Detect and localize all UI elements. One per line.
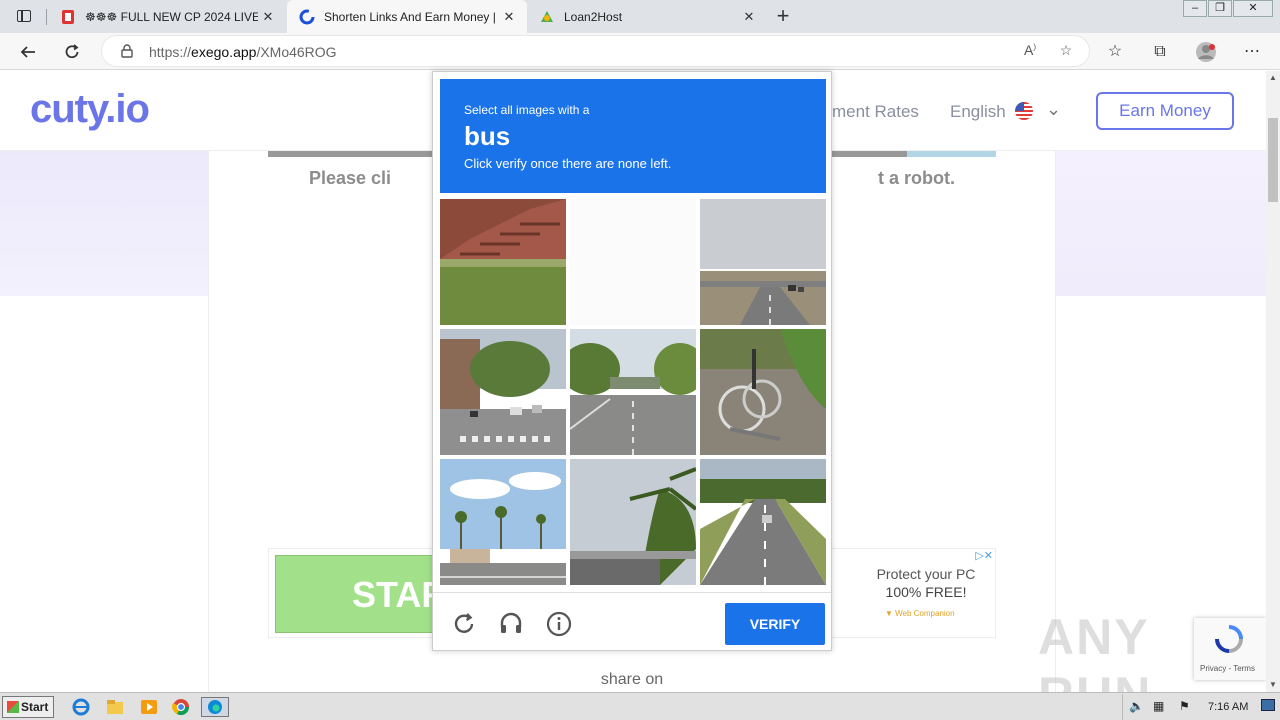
- earn-money-button[interactable]: Earn Money: [1096, 92, 1234, 130]
- page-scrollbar[interactable]: ▲ ▼: [1266, 71, 1280, 692]
- edge-taskbar-button[interactable]: [201, 697, 229, 717]
- reload-icon[interactable]: [451, 611, 477, 637]
- ad-text[interactable]: Protect your PC 100% FREE!: [869, 565, 983, 601]
- tab-title: ☸☸☸ FULL NEW CP 2024 LIVES: [85, 9, 258, 24]
- challenge-header: Select all images with a bus Click verif…: [440, 79, 826, 193]
- lock-icon[interactable]: [120, 44, 134, 58]
- nav-payment-rates[interactable]: ment Rates: [832, 102, 919, 122]
- show-desktop-icon[interactable]: [1261, 699, 1275, 711]
- captcha-tile-highway-car[interactable]: [700, 459, 826, 585]
- tab-cp2024[interactable]: ☸☸☸ FULL NEW CP 2024 LIVES ✕: [48, 0, 286, 33]
- edge-icon: [208, 700, 222, 714]
- back-icon[interactable]: [14, 38, 42, 66]
- explorer-icon[interactable]: [104, 697, 126, 717]
- read-aloud-icon[interactable]: A): [1020, 42, 1040, 62]
- start-button[interactable]: Start: [2, 696, 54, 718]
- share-label: share on: [600, 671, 664, 688]
- profile-icon[interactable]: [1195, 41, 1217, 63]
- instruction-bottom: Click verify once there are none left.: [464, 156, 672, 171]
- recaptcha-terms[interactable]: Privacy - Terms: [1200, 664, 1255, 673]
- ie-icon[interactable]: [70, 697, 92, 717]
- captcha-tile-tree-street[interactable]: [570, 329, 696, 455]
- more-icon[interactable]: ⋯: [1241, 41, 1263, 63]
- tab-shorten-links[interactable]: Shorten Links And Earn Money | C ✕: [287, 0, 527, 33]
- maximize-button[interactable]: ❐: [1208, 0, 1232, 17]
- ad-free-line: 100% FREE!: [885, 584, 967, 600]
- instruction-top: Select all images with a: [464, 103, 590, 117]
- add-favorite-icon[interactable]: ☆: [1056, 42, 1076, 62]
- captcha-tile-overpass[interactable]: [700, 199, 826, 325]
- favorites-icon[interactable]: ☆: [1104, 41, 1126, 63]
- scroll-down-icon[interactable]: ▼: [1266, 678, 1280, 692]
- verify-button[interactable]: VERIFY: [725, 603, 825, 645]
- language-selector[interactable]: English: [950, 102, 1006, 122]
- ad-close-icon[interactable]: ▷✕: [975, 549, 993, 562]
- scroll-up-icon[interactable]: ▲: [1266, 71, 1280, 85]
- recaptcha-challenge: Select all images with a bus Click verif…: [432, 71, 832, 651]
- cuty-favicon-icon: [299, 9, 315, 24]
- ad-companion-label: ▼ Web Companion: [885, 609, 955, 618]
- flag-icon[interactable]: ⚑: [1179, 699, 1190, 713]
- ad-start-button[interactable]: STAR: [275, 555, 455, 633]
- browser-toolbar: https://exego.app/XMo46ROG A) ☆ ☆ ⧉ ⋯: [0, 33, 1280, 70]
- recaptcha-badge[interactable]: Privacy - Terms: [1194, 618, 1266, 680]
- captcha-tile-blank[interactable]: [570, 199, 696, 325]
- network-icon[interactable]: ▦: [1153, 699, 1164, 713]
- target-object: bus: [464, 121, 511, 151]
- reload-icon[interactable]: [58, 38, 86, 66]
- chevron-down-icon[interactable]: ⌄: [1046, 99, 1061, 120]
- url-text[interactable]: https://exego.app/XMo46ROG: [149, 44, 337, 60]
- chrome-icon[interactable]: [170, 697, 192, 717]
- tab-separator: [46, 9, 47, 25]
- tab-title: Shorten Links And Earn Money | C: [324, 9, 499, 24]
- pdf-favicon-icon: [62, 9, 74, 24]
- system-tray: 🔈 ▦ ⚑: [1122, 694, 1280, 720]
- captcha-tile-bicycle[interactable]: [700, 329, 826, 455]
- new-tab-button[interactable]: +: [772, 4, 794, 28]
- tab-actions-icon[interactable]: [10, 6, 38, 26]
- scrollbar-thumb[interactable]: [1268, 118, 1278, 202]
- captcha-tile-palm-closeup[interactable]: [570, 459, 696, 585]
- captcha-tile-palm-road[interactable]: [440, 459, 566, 585]
- collections-icon[interactable]: ⧉: [1149, 41, 1171, 63]
- tab-loan2host[interactable]: Loan2Host ✕: [527, 0, 767, 33]
- close-tab-icon[interactable]: ✕: [499, 9, 519, 25]
- address-bar[interactable]: https://exego.app/XMo46ROG A) ☆: [101, 35, 1090, 67]
- site-logo[interactable]: cuty.io: [30, 87, 150, 132]
- tab-title: Loan2Host: [564, 9, 623, 24]
- background-panel-right: [1056, 151, 1266, 296]
- loan2host-favicon-icon: [541, 10, 553, 22]
- close-tab-icon[interactable]: ✕: [739, 9, 759, 25]
- captcha-tile-street-crosswalk[interactable]: [440, 329, 566, 455]
- audio-icon[interactable]: [498, 611, 524, 637]
- minimize-button[interactable]: –: [1183, 0, 1207, 17]
- recaptcha-logo-icon: [1215, 625, 1243, 653]
- taskbar: Start 🔈 ▦ ⚑ 7:16 AM: [0, 692, 1280, 720]
- background-panel-left: [0, 151, 208, 296]
- info-icon[interactable]: [546, 611, 572, 637]
- close-window-button[interactable]: ✕: [1233, 0, 1273, 17]
- us-flag-icon: [1015, 102, 1033, 120]
- browser-tab-strip: ☸☸☸ FULL NEW CP 2024 LIVES ✕ Shorten Lin…: [0, 0, 1280, 33]
- media-player-icon[interactable]: [138, 697, 160, 717]
- volume-icon[interactable]: 🔈: [1129, 699, 1144, 713]
- taskbar-clock[interactable]: 7:16 AM: [1208, 701, 1248, 713]
- captcha-tile-steps[interactable]: [440, 199, 566, 325]
- close-tab-icon[interactable]: ✕: [258, 9, 278, 25]
- challenge-footer: VERIFY: [433, 592, 831, 650]
- ad-protect-line: Protect your PC: [876, 566, 976, 582]
